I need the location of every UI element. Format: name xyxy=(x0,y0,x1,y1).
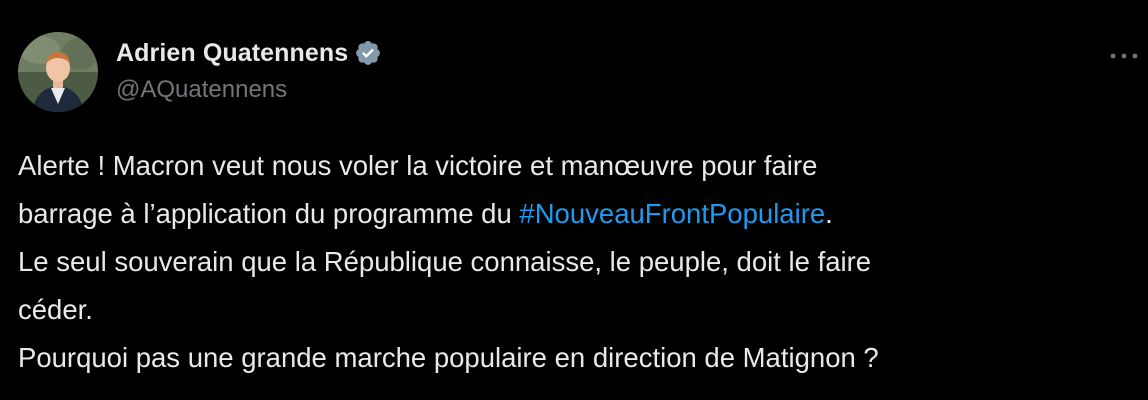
more-options-button[interactable] xyxy=(1106,44,1142,68)
tweet-text-line-2-start: barrage à l’application du programme du xyxy=(18,198,520,229)
more-options-icon xyxy=(1110,53,1138,59)
tweet-text: Alerte ! Macron veut nous voler la victo… xyxy=(18,142,1128,382)
tweet-text-line-4: céder. xyxy=(18,294,93,325)
hashtag-link[interactable]: #NouveauFrontPopulaire xyxy=(519,198,825,229)
author-handle[interactable]: @AQuatennens xyxy=(116,76,287,104)
tweet-card: Adrien Quatennens @AQuatennens Alerte ! … xyxy=(0,0,1148,400)
tweet-text-line-2-end: . xyxy=(825,198,833,229)
profile-photo-icon xyxy=(18,32,98,112)
tweet-text-line-1: Alerte ! Macron veut nous voler la victo… xyxy=(18,150,818,181)
author-display-name[interactable]: Adrien Quatennens xyxy=(116,39,348,68)
tweet-text-line-5: Pourquoi pas une grande marche populaire… xyxy=(18,342,879,373)
tweet-text-line-3: Le seul souverain que la République conn… xyxy=(18,246,872,277)
avatar[interactable] xyxy=(18,32,98,112)
author-name-row: Adrien Quatennens xyxy=(116,36,382,70)
tweet-text-line-2: barrage à l’application du programme du … xyxy=(18,190,1128,238)
verified-badge-icon xyxy=(354,39,382,67)
